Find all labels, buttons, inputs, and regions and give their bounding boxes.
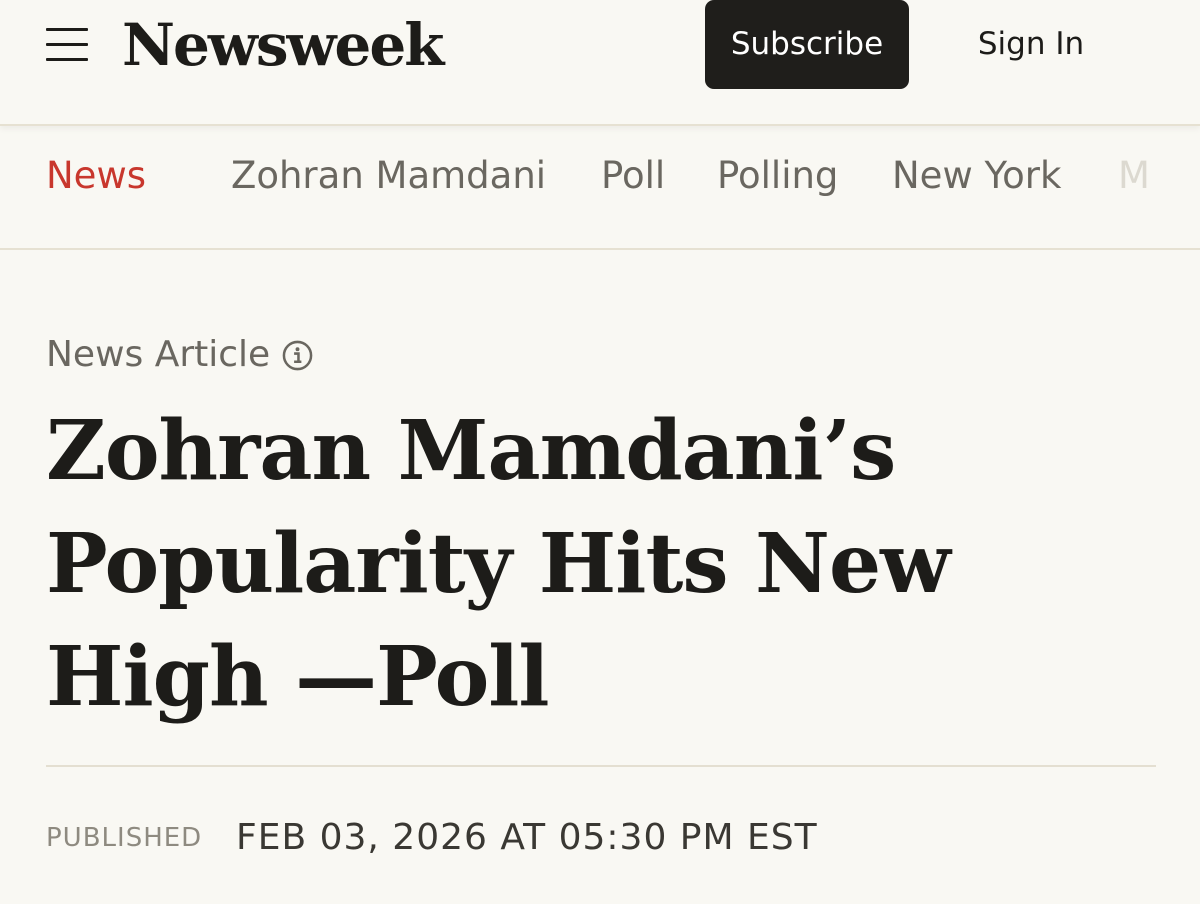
- article-type-text: News Article: [46, 334, 271, 375]
- subscribe-button[interactable]: Subscribe: [705, 0, 909, 89]
- sign-in-link[interactable]: Sign In: [955, 0, 1107, 89]
- topic-nav-item-poll[interactable]: Poll: [601, 126, 665, 226]
- article-headline: Zohran Mamdani’s Popularity Hits New Hig…: [46, 403, 951, 725]
- published-date: FEB 03, 2026 AT 05:30 PM EST: [236, 817, 818, 858]
- site-header: Newsweek Subscribe Sign In: [0, 0, 1200, 126]
- topic-nav-item-new-york[interactable]: New York: [892, 126, 1061, 226]
- topic-nav-item-news[interactable]: News: [46, 126, 146, 226]
- info-icon[interactable]: [282, 340, 313, 371]
- topic-nav: News Zohran Mamdani Poll Polling New Yor…: [0, 126, 1200, 250]
- article-type-label: News Article: [46, 332, 313, 378]
- newsweek-logo[interactable]: Newsweek: [122, 8, 444, 82]
- menu-bar: [46, 43, 88, 46]
- menu-bar: [46, 28, 88, 31]
- topic-nav-item-polling[interactable]: Polling: [717, 126, 838, 226]
- menu-bar: [46, 58, 88, 61]
- divider: [46, 765, 1156, 767]
- hamburger-menu-icon[interactable]: [46, 27, 88, 63]
- topic-nav-item-zohran-mamdani[interactable]: Zohran Mamdani: [231, 126, 546, 226]
- topic-nav-item-truncated[interactable]: M: [1118, 126, 1150, 226]
- published-label: PUBLISHED: [46, 823, 203, 853]
